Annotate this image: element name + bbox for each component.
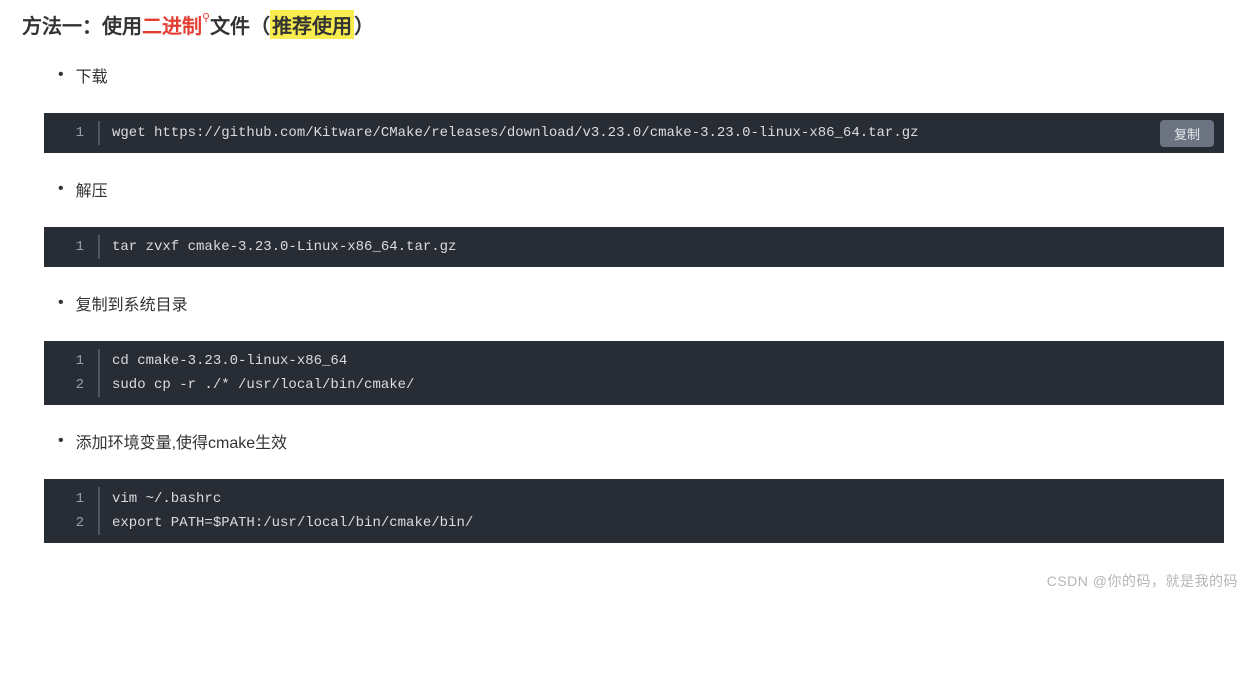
section-heading: 方法一：使用 二进制⚲ 文件（ 推荐使用 ） [22,10,1224,39]
list-item-label: 复制到系统目录 [76,291,188,315]
code-line[interactable]: tar zvxf cmake-3.23.0-Linux-x86_64.tar.g… [112,235,456,259]
heading-suffix: ） [354,10,374,39]
line-number: 2 [44,373,98,397]
code-row: 1 cd cmake-3.23.0-linux-x86_64 [44,349,1224,373]
code-row: 2 export PATH=$PATH:/usr/local/bin/cmake… [44,511,1224,535]
list-item: 复制到系统目录 [58,291,1224,315]
heading-keyword[interactable]: 二进制⚲ [142,10,210,39]
line-divider [98,349,100,373]
line-divider [98,511,100,535]
code-block: 1 cd cmake-3.23.0-linux-x86_64 2 sudo cp… [44,341,1224,405]
list-item: 下载 [58,63,1224,87]
code-row: 2 sudo cp -r ./* /usr/local/bin/cmake/ [44,373,1224,397]
list-item: 解压 [58,177,1224,201]
code-block: 1 tar zvxf cmake-3.23.0-Linux-x86_64.tar… [44,227,1224,267]
code-line[interactable]: vim ~/.bashrc [112,487,221,511]
line-divider [98,373,100,397]
line-number: 1 [44,487,98,511]
heading-highlight: 推荐使用 [270,10,354,39]
heading-after-keyword: 文件（ [210,10,270,39]
code-line[interactable]: sudo cp -r ./* /usr/local/bin/cmake/ [112,373,414,397]
line-number: 1 [44,235,98,259]
code-row: 1 vim ~/.bashrc [44,487,1224,511]
list-item: 添加环境变量,使得cmake生效 [58,429,1224,453]
watermark: CSDN @你的码，就是我的码 [1047,571,1238,591]
list-item-label: 下载 [76,63,108,87]
code-line[interactable]: export PATH=$PATH:/usr/local/bin/cmake/b… [112,511,473,535]
line-divider [98,121,100,145]
code-row: 1 wget https://github.com/Kitware/CMake/… [44,121,1224,145]
line-number: 1 [44,121,98,145]
line-divider [98,487,100,511]
line-number: 1 [44,349,98,373]
heading-prefix: 方法一：使用 [22,10,142,39]
line-number: 2 [44,511,98,535]
list-item-label: 添加环境变量,使得cmake生效 [76,429,288,453]
code-line[interactable]: wget https://github.com/Kitware/CMake/re… [112,121,919,145]
list-item-label: 解压 [76,177,108,201]
code-block: 复制 1 wget https://github.com/Kitware/CMa… [44,113,1224,153]
line-divider [98,235,100,259]
search-icon[interactable]: ⚲ [202,12,210,24]
code-line[interactable]: cd cmake-3.23.0-linux-x86_64 [112,349,347,373]
copy-button[interactable]: 复制 [1160,120,1214,147]
code-row: 1 tar zvxf cmake-3.23.0-Linux-x86_64.tar… [44,235,1224,259]
code-block: 1 vim ~/.bashrc 2 export PATH=$PATH:/usr… [44,479,1224,543]
